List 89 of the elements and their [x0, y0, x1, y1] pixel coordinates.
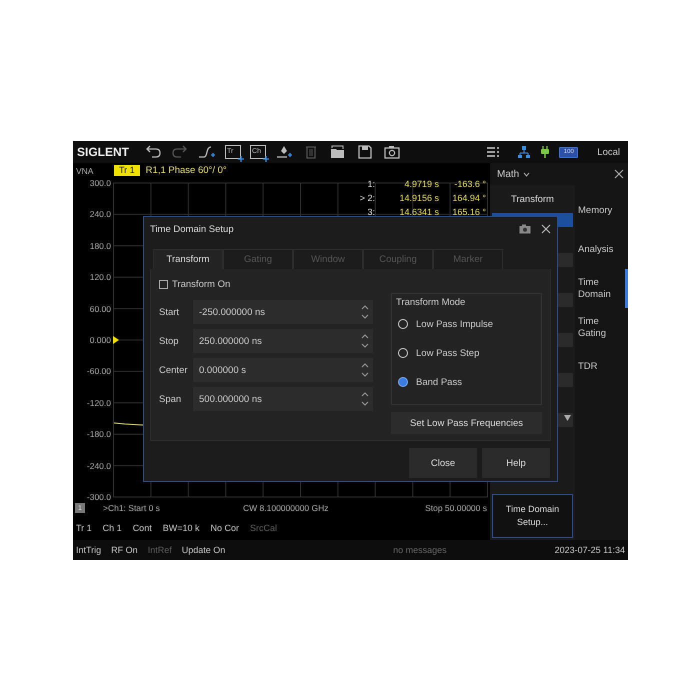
spinner-icon[interactable]	[361, 334, 369, 348]
status-item: IntRef	[148, 545, 172, 555]
status-item: SrcCal	[250, 523, 277, 533]
radio-button[interactable]	[398, 377, 408, 387]
reference-marker-icon	[113, 336, 119, 344]
radio-label: Band Pass	[416, 376, 462, 388]
marker-y-value: 165.16 °	[451, 207, 486, 218]
input-field[interactable]: 0.000000 s	[193, 358, 373, 382]
network-icon	[517, 145, 532, 159]
trace-badge[interactable]: Tr 1	[114, 165, 140, 176]
close-icon[interactable]	[614, 169, 624, 179]
marker-x-value: 14.6341 s	[398, 207, 439, 218]
status-item: Ch 1	[102, 523, 122, 533]
axis-label: 60.00	[90, 304, 111, 314]
trace-line	[114, 422, 144, 426]
radio-button[interactable]	[398, 348, 408, 358]
axis-label: 120.0	[90, 272, 111, 282]
logo: SIGLENT	[77, 145, 130, 159]
status-item: Update On	[182, 545, 226, 555]
date-time: 2023-07-25 11:34	[554, 545, 625, 555]
axis-label: 180.0	[90, 240, 111, 251]
marker-icon[interactable]	[275, 144, 294, 160]
axis-label: -240.0	[86, 460, 111, 471]
checkbox[interactable]	[159, 280, 168, 289]
input-field[interactable]: 250.000000 ns	[193, 329, 373, 353]
category-tab[interactable]: Memory	[575, 191, 628, 230]
dialog-button[interactable]: Help	[482, 448, 550, 478]
checkbox-label: Transform On	[172, 279, 230, 290]
field-label: Start	[159, 306, 180, 318]
spinner-icon[interactable]	[361, 363, 369, 377]
undo-icon[interactable]	[144, 144, 162, 160]
radio-label: Low Pass Impulse	[416, 318, 494, 330]
center-label: CW 8.100000000 GHz	[243, 503, 330, 513]
category-tab[interactable]: TDR	[575, 347, 628, 386]
group-title: Transform Mode	[396, 297, 466, 308]
camera-icon[interactable]	[383, 144, 402, 160]
dropdown-arrow-icon	[564, 415, 571, 421]
chevron-icon	[523, 172, 530, 176]
status-item: BW=10 k	[162, 523, 200, 533]
trace-label: R1,1 Phase 60°/ 0°	[146, 165, 227, 176]
category-tab[interactable]: Analysis	[575, 230, 628, 269]
radio-button[interactable]	[398, 319, 408, 329]
axis-label: 0.000	[90, 334, 111, 345]
axis-label: -120.0	[86, 398, 111, 408]
stop-label: Stop 50.00000 s	[425, 503, 487, 513]
save-icon[interactable]	[356, 144, 374, 160]
axis-label: -300.0	[86, 492, 111, 502]
dialog-title: Time Domain Setup	[150, 224, 235, 234]
input-field[interactable]: 500.000000 ns	[193, 387, 373, 411]
marker-x-value: 14.9156 s	[398, 193, 439, 204]
marker-y-value: 164.94 °	[451, 193, 486, 204]
list-menu-icon[interactable]	[486, 146, 500, 158]
axis-label: 300.0	[90, 178, 111, 188]
start-label: >Ch1: Start 0 s	[103, 503, 161, 513]
frequencies-button[interactable]: Set Low Pass Frequencies	[391, 412, 542, 434]
status-item: RF On	[111, 545, 138, 555]
marker-label: 1:	[366, 179, 375, 190]
marker-y-value: -163.6 °	[453, 179, 486, 190]
status-item: IntTrig	[76, 545, 102, 555]
status-item: Tr 1	[76, 523, 92, 533]
spinner-icon[interactable]	[361, 305, 369, 319]
spinner-icon[interactable]	[361, 392, 369, 406]
category-tab[interactable]: Time Domain	[575, 269, 628, 308]
submenu-title: Transform	[510, 193, 555, 207]
menu-dropdown[interactable]: Math	[497, 168, 530, 180]
message-text: no messages	[392, 545, 448, 555]
instrument-label: VNA	[76, 166, 94, 176]
field-label: Stop	[159, 336, 180, 346]
status-item: No Cor	[210, 523, 239, 533]
axis-label: -60.00	[86, 366, 111, 376]
axis-label: -180.0	[86, 429, 111, 440]
category-tab[interactable]: Time Gating	[575, 308, 628, 347]
marker-label: > 2:	[358, 193, 375, 204]
mode-label[interactable]: Local	[597, 146, 620, 158]
axis-label: 240.0	[90, 209, 111, 220]
camera-icon[interactable]	[519, 224, 531, 234]
status-item: Cont	[132, 523, 152, 533]
time-domain-setup-button[interactable]: Time Domain Setup...	[492, 494, 573, 538]
marker-x-value: 4.9719 s	[403, 179, 439, 190]
marker-label: 3:	[366, 207, 375, 218]
field-label: Span	[159, 394, 182, 404]
dialog-button[interactable]: Close	[409, 448, 477, 478]
radio-label: Low Pass Step	[416, 348, 480, 358]
step-curve-icon[interactable]	[198, 144, 216, 160]
close-icon[interactable]	[541, 224, 551, 234]
tab[interactable]: Transform	[153, 249, 223, 269]
plug-icon	[540, 145, 550, 159]
field-label: Center	[159, 364, 189, 376]
input-field[interactable]: -250.000000 ns	[193, 300, 373, 324]
